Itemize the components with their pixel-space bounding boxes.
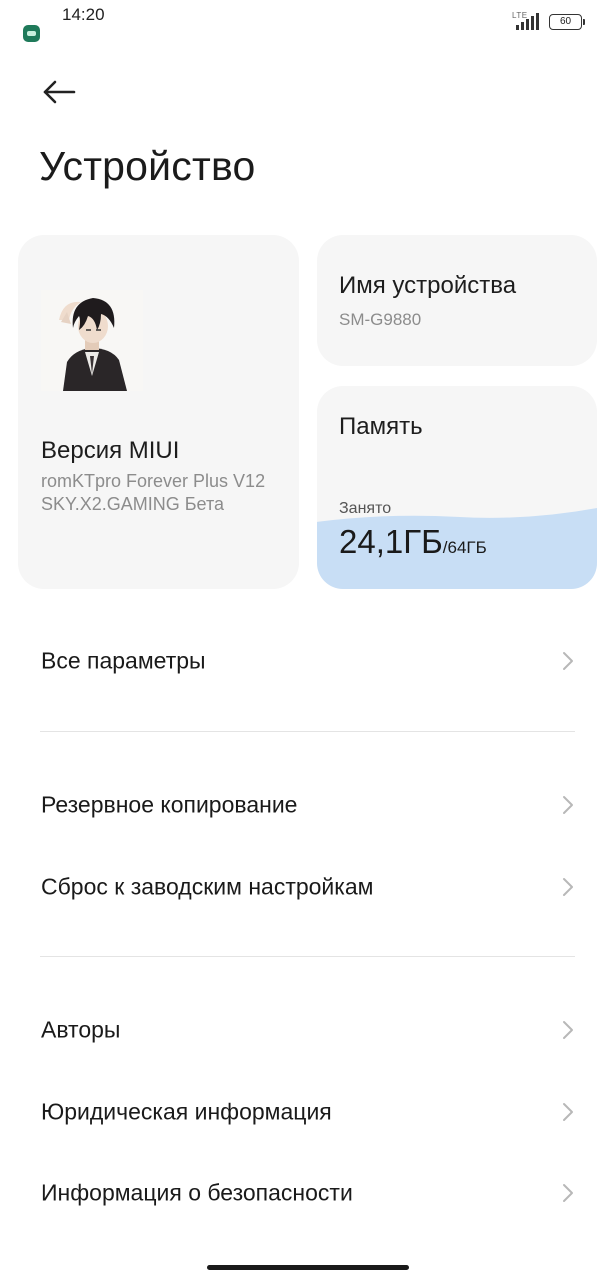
chevron-right-icon <box>563 796 573 814</box>
miui-version-line2: SKY.X2.GAMING Бета <box>41 494 224 514</box>
chevron-right-icon <box>563 1103 573 1121</box>
chevron-right-icon <box>563 878 573 896</box>
menu-item-all-parameters[interactable]: Все параметры <box>0 629 615 693</box>
home-indicator[interactable] <box>207 1265 409 1270</box>
arrow-left-icon <box>43 80 76 104</box>
menu-item-label: Авторы <box>41 1016 121 1043</box>
menu-item-label: Юридическая информация <box>41 1098 332 1125</box>
device-name-card[interactable]: Имя устройства SM-G9880 <box>317 235 597 366</box>
chevron-right-icon <box>563 652 573 670</box>
miui-version-card[interactable]: Версия MIUI romKTpro Forever Plus V12 SK… <box>18 235 299 589</box>
storage-used-value: 24,1ГБ <box>339 523 443 560</box>
status-bar: 14:20 LTE 60 <box>0 0 615 48</box>
back-button[interactable] <box>40 76 78 108</box>
storage-value: 24,1ГБ/64ГБ <box>339 523 487 561</box>
miui-version-line1: romKTpro Forever Plus V12 <box>41 471 266 491</box>
menu-item-label: Сброс к заводским настройкам <box>41 873 374 900</box>
miui-logo-image <box>41 290 143 391</box>
menu-item-label: Все параметры <box>41 647 206 674</box>
menu-item-backup[interactable]: Резервное копирование <box>0 773 615 837</box>
menu-item-label: Информация о безопасности <box>41 1179 353 1206</box>
storage-heading: Память <box>339 413 423 440</box>
divider <box>40 956 575 957</box>
miui-version-heading: Версия MIUI <box>41 437 180 464</box>
status-time: 14:20 <box>62 5 105 24</box>
divider <box>40 731 575 732</box>
menu-item-security-info[interactable]: Информация о безопасности <box>0 1161 615 1225</box>
storage-total-value: /64ГБ <box>442 538 487 557</box>
menu-item-factory-reset[interactable]: Сброс к заводским настройкам <box>0 855 615 919</box>
app-notification-icon <box>23 25 40 42</box>
chevron-right-icon <box>563 1184 573 1202</box>
menu-item-label: Резервное копирование <box>41 791 298 818</box>
signal-icon <box>516 13 539 30</box>
page-title: Устройство <box>39 143 256 189</box>
menu-item-legal-info[interactable]: Юридическая информация <box>0 1080 615 1144</box>
device-name-value: SM-G9880 <box>339 310 422 329</box>
menu-item-authors[interactable]: Авторы <box>0 998 615 1062</box>
chevron-right-icon <box>563 1021 573 1039</box>
storage-card[interactable]: Память Занято 24,1ГБ/64ГБ <box>317 386 597 589</box>
storage-used-label: Занято <box>339 500 392 517</box>
battery-icon: 60 <box>549 14 585 30</box>
device-name-heading: Имя устройства <box>339 272 517 299</box>
